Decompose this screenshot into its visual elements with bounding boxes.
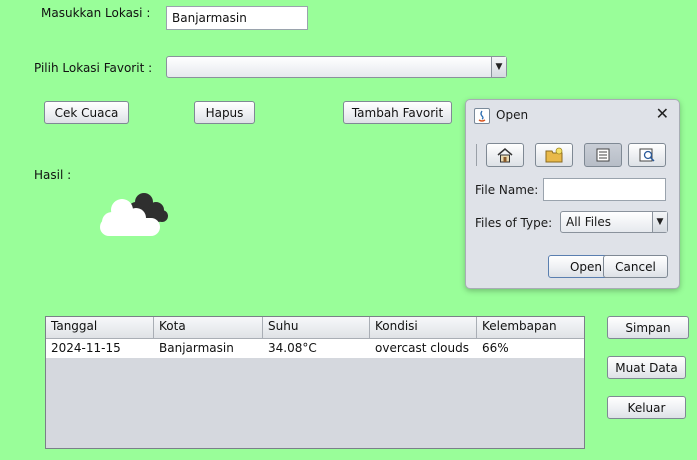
open-dialog[interactable]: Open ✕ File Name: Files of Type: All Fil… xyxy=(465,99,680,289)
history-table[interactable]: Tanggal Kota Suhu Kondisi Kelembapan 202… xyxy=(45,316,585,449)
files-of-type-value: All Files xyxy=(566,215,612,229)
details-view-icon[interactable] xyxy=(628,143,666,167)
file-name-label: File Name: xyxy=(475,183,539,197)
simpan-button[interactable]: Simpan xyxy=(607,316,689,339)
muat-data-button[interactable]: Muat Data xyxy=(607,356,686,379)
column-header-kondisi[interactable]: Kondisi xyxy=(370,317,477,338)
java-icon xyxy=(474,108,490,124)
lokasi-label: Masukkan Lokasi : xyxy=(41,6,151,20)
close-icon[interactable]: ✕ xyxy=(656,104,669,124)
tambah-favorit-button[interactable]: Tambah Favorit xyxy=(343,101,452,124)
home-icon[interactable] xyxy=(486,143,524,167)
favorit-dropdown[interactable]: ▼ xyxy=(166,56,507,78)
chevron-down-icon[interactable]: ▼ xyxy=(491,57,506,77)
column-header-kota[interactable]: Kota xyxy=(154,317,263,338)
new-folder-icon[interactable] xyxy=(535,143,573,167)
cloud-icon xyxy=(98,190,172,238)
cancel-button[interactable]: Cancel xyxy=(603,255,668,278)
list-view-icon[interactable] xyxy=(584,143,622,167)
cell-tanggal: 2024-11-15 xyxy=(51,341,121,355)
table-header: Tanggal Kota Suhu Kondisi Kelembapan xyxy=(46,317,584,339)
column-header-tanggal[interactable]: Tanggal xyxy=(46,317,154,338)
cell-kelembapan: 66% xyxy=(482,341,509,355)
files-of-type-dropdown[interactable]: All Files ▼ xyxy=(560,211,668,233)
hasil-label: Hasil : xyxy=(34,168,72,182)
file-name-input[interactable] xyxy=(543,178,666,201)
favorit-label: Pilih Lokasi Favorit : xyxy=(34,61,153,75)
table-row[interactable]: 2024-11-15 Banjarmasin 34.08°C overcast … xyxy=(46,339,584,358)
cell-kota: Banjarmasin xyxy=(159,341,234,355)
dialog-title: Open xyxy=(496,108,529,122)
toolbar-divider xyxy=(476,144,477,166)
keluar-button[interactable]: Keluar xyxy=(607,396,686,419)
lokasi-input[interactable]: Banjarmasin xyxy=(166,6,308,30)
chevron-down-icon[interactable]: ▼ xyxy=(652,212,667,232)
cek-cuaca-button[interactable]: Cek Cuaca xyxy=(44,101,129,124)
column-header-kelembapan[interactable]: Kelembapan xyxy=(477,317,584,338)
column-header-suhu[interactable]: Suhu xyxy=(263,317,370,338)
cell-kondisi: overcast clouds xyxy=(375,341,469,355)
cell-suhu: 34.08°C xyxy=(268,341,317,355)
files-of-type-label: Files of Type: xyxy=(475,216,553,230)
hapus-button[interactable]: Hapus xyxy=(194,101,255,124)
